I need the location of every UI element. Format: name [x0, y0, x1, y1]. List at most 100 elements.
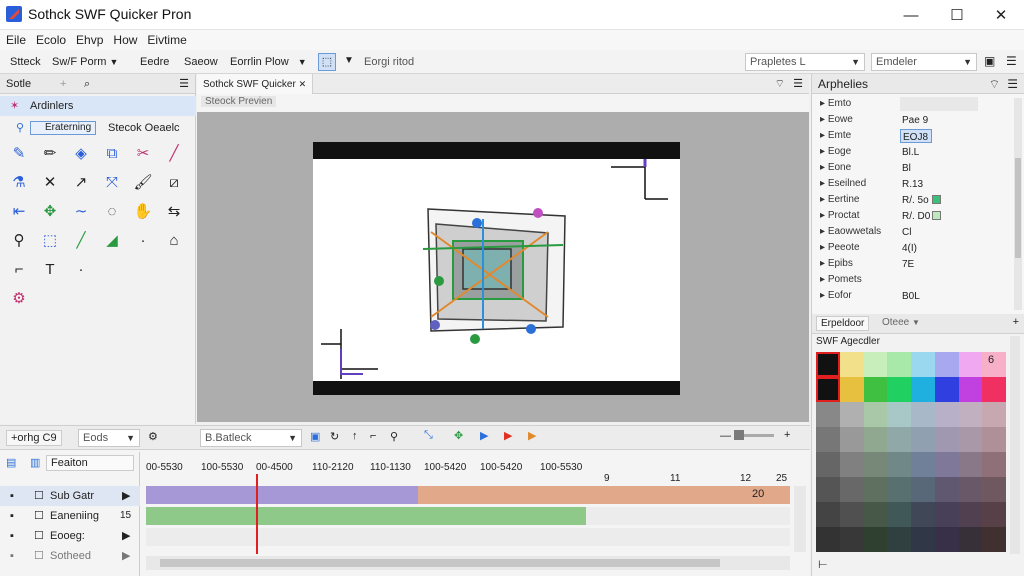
layer-row[interactable]: ▪ ☐ Eaneniing 15: [0, 506, 140, 526]
dot-icon[interactable]: ·: [68, 256, 94, 282]
swatches-footer-icon[interactable]: ⊢: [818, 558, 828, 571]
color-swatch[interactable]: [934, 402, 959, 427]
color-swatch[interactable]: [958, 427, 983, 452]
color-swatch[interactable]: [816, 352, 840, 377]
frame-label-field[interactable]: Feaiton: [46, 455, 134, 471]
color-swatch[interactable]: [816, 502, 840, 527]
layer-row[interactable]: ▪ ☐ Sotheed ▶: [0, 546, 140, 566]
color-swatch[interactable]: [887, 502, 911, 527]
property-value[interactable]: Bl: [900, 161, 978, 175]
zoom-slider[interactable]: [734, 430, 774, 440]
property-value[interactable]: 4(I): [900, 241, 978, 255]
property-value[interactable]: R.13: [900, 177, 978, 191]
property-row[interactable]: ▸ Proctat R/. D0: [812, 208, 1012, 224]
track-row[interactable]: [146, 507, 790, 525]
align-tool-icon[interactable]: ⇤: [6, 198, 32, 224]
color-swatch[interactable]: [863, 527, 888, 552]
settings-icon[interactable]: ⚙: [148, 430, 158, 443]
color-swatch[interactable]: [887, 427, 911, 452]
layer-row[interactable]: ▪ ☐ Eooeg: ▶: [0, 526, 140, 546]
cross-tool-icon[interactable]: ✕: [37, 169, 63, 195]
color-swatch[interactable]: [934, 427, 959, 452]
color-swatch[interactable]: [982, 452, 1006, 477]
property-row[interactable]: ▸ Emte EOJ8: [812, 128, 1012, 144]
lasso-tool-icon[interactable]: ◌: [99, 198, 125, 224]
text-tool-icon[interactable]: T: [37, 256, 63, 282]
menu-icon[interactable]: ☰: [179, 74, 189, 94]
color-swatch[interactable]: [934, 377, 959, 402]
transform-tool-icon[interactable]: ⧉: [99, 140, 125, 166]
close-button[interactable]: ✕: [978, 0, 1024, 30]
color-swatch[interactable]: [911, 352, 935, 377]
color-swatch[interactable]: [839, 502, 864, 527]
color-swatch[interactable]: [911, 527, 935, 552]
color-swatch[interactable]: [863, 377, 888, 402]
color-swatch[interactable]: [839, 402, 864, 427]
color-swatch[interactable]: [958, 527, 983, 552]
pen-tool-icon[interactable]: ✎: [6, 140, 32, 166]
toolbar-edit[interactable]: Eedre: [140, 53, 169, 71]
expand-icon[interactable]: ▶: [122, 546, 130, 566]
brush-tool-icon[interactable]: 🖌: [130, 169, 156, 195]
timeline-mode-combo[interactable]: Eods ▼: [78, 429, 140, 447]
property-row[interactable]: ▸ Eone Bl: [812, 160, 1012, 176]
zoom-tool-icon[interactable]: ⚲: [6, 227, 32, 253]
properties-title[interactable]: Arphelies: [818, 77, 868, 91]
color-swatch[interactable]: [839, 452, 864, 477]
property-row[interactable]: ▸ Eofor B0L: [812, 288, 1012, 304]
property-row[interactable]: ▸ Peeote 4(I): [812, 240, 1012, 256]
scissors-icon[interactable]: ✂: [130, 140, 156, 166]
plus-icon[interactable]: +: [1013, 316, 1019, 328]
color-swatch[interactable]: [958, 452, 983, 477]
search-icon[interactable]: ⌕: [84, 74, 90, 94]
timeline-ruler-frames[interactable]: 9 11 12 25: [146, 473, 796, 485]
color-swatch[interactable]: [911, 427, 935, 452]
toolbar-shadow[interactable]: Saeow: [184, 53, 218, 71]
add-keyframe-icon[interactable]: ✥: [454, 429, 463, 442]
dropper-icon[interactable]: ⚗: [6, 169, 32, 195]
playhead[interactable]: [256, 474, 258, 554]
color-swatch[interactable]: [982, 352, 1006, 377]
property-row[interactable]: ▸ Emto: [812, 96, 1012, 112]
onion-skin-icon[interactable]: ⤡: [424, 429, 433, 442]
expand-icon[interactable]: ▶: [122, 486, 130, 506]
track-row[interactable]: 20: [146, 486, 790, 504]
color-swatch[interactable]: [982, 427, 1006, 452]
tab-stage[interactable]: Sothck SWF Quicker ✕: [197, 74, 313, 94]
building-icon[interactable]: ⌂: [161, 227, 187, 253]
color-swatch[interactable]: [887, 477, 911, 502]
frame-icon[interactable]: ▣: [310, 430, 320, 443]
property-row[interactable]: ▸ Eertine R/. 5o: [812, 192, 1012, 208]
hand-tool-icon[interactable]: ✋: [130, 198, 156, 224]
color-swatch[interactable]: [911, 452, 935, 477]
menu-file[interactable]: Eile: [6, 33, 26, 47]
color-swatch[interactable]: [816, 527, 840, 552]
color-swatch[interactable]: [982, 477, 1006, 502]
color-swatch[interactable]: [816, 452, 840, 477]
color-swatch[interactable]: [982, 527, 1006, 552]
property-value[interactable]: Cl: [900, 225, 978, 239]
save-icon[interactable]: ▣: [984, 54, 995, 68]
color-swatch[interactable]: [839, 527, 864, 552]
up-arrow-icon[interactable]: ↑: [352, 430, 358, 442]
tab-stage-preview[interactable]: Steock Previen: [201, 96, 277, 107]
color-swatch[interactable]: [934, 527, 959, 552]
line-tool-icon[interactable]: ╱: [161, 140, 187, 166]
maximize-button[interactable]: ☐: [934, 0, 980, 30]
play-red-icon[interactable]: ▶: [504, 429, 512, 442]
checkbox[interactable]: ☐: [34, 546, 44, 566]
color-swatch[interactable]: [982, 502, 1006, 527]
tools-item-selected[interactable]: ✶ Ardinlers: [0, 96, 196, 116]
color-swatch[interactable]: [863, 352, 888, 377]
zoom-slider-thumb[interactable]: [734, 430, 744, 440]
color-swatch[interactable]: [958, 352, 983, 377]
menu-timeline[interactable]: Eivtime: [147, 33, 186, 47]
crop-icon[interactable]: ⌐: [370, 430, 376, 442]
timeline-hscrollbar[interactable]: [146, 556, 790, 570]
color-swatch[interactable]: [982, 402, 1006, 427]
property-value[interactable]: [900, 97, 978, 111]
menu-view[interactable]: Ehvp: [76, 33, 103, 47]
play-orange-icon[interactable]: ▶: [528, 429, 536, 442]
loop-icon[interactable]: ↻: [330, 430, 339, 443]
tab-swatches[interactable]: Erpeldoor: [816, 316, 870, 331]
